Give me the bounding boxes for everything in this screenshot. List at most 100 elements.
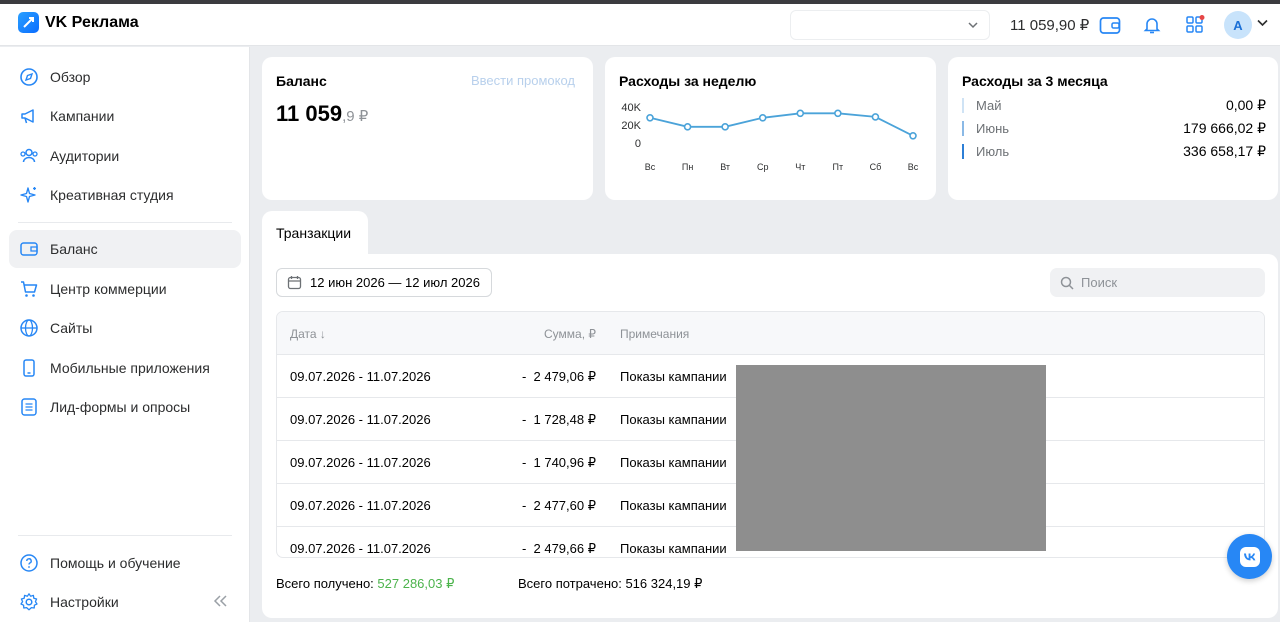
sidebar-item-label: Креативная студия: [50, 187, 174, 203]
date-range-picker[interactable]: 12 июн 2026 — 12 июл 2026: [276, 268, 492, 297]
row-date: 09.07.2026 - 11.07.2026: [290, 541, 431, 556]
x-tick-label: Сб: [870, 162, 882, 172]
sidebar-item-balance[interactable]: Баланс: [9, 230, 241, 268]
gear-icon: [18, 591, 40, 613]
account-select[interactable]: [790, 10, 990, 40]
data-point[interactable]: [721, 123, 729, 131]
chevron-down-icon: [968, 22, 978, 29]
data-point[interactable]: [646, 113, 654, 122]
wallet-icon[interactable]: [1099, 14, 1121, 36]
month-name: Июль: [976, 144, 1010, 159]
sidebar-item-lead-forms[interactable]: Лид-формы и опросы: [9, 388, 241, 426]
month-value: 179 666,02 ₽: [1183, 120, 1266, 136]
app-logo[interactable]: VK Реклама: [18, 12, 139, 33]
search-icon: [1060, 276, 1074, 290]
compass-icon: [18, 66, 40, 88]
sidebar-item-audiences[interactable]: Аудитории: [9, 137, 241, 175]
sidebar-item-sites[interactable]: Сайты: [9, 309, 241, 347]
sidebar-item-help[interactable]: Помощь и обучение: [9, 544, 241, 582]
row-amount: - 2 477,60 ₽: [521, 498, 596, 513]
bell-icon[interactable]: [1141, 14, 1163, 36]
help-icon: [18, 552, 40, 574]
table-header: Дата ↓ Сумма, ₽ Примечания: [277, 312, 1264, 355]
sidebar-divider: [18, 535, 232, 536]
top-header: VK Реклама 11 059,90 ₽ A: [0, 4, 1280, 46]
transactions-panel: 12 июн 2026 — 12 июл 2026 Дата ↓ Сумма, …: [262, 254, 1278, 618]
date-range-label: 12 июн 2026 — 12 июл 2026: [310, 275, 480, 290]
weekly-expenses-card: Расходы за неделю 40K 20K 0 Вс Пн Вт Ср Чт Пт Сб В…: [605, 57, 936, 200]
row-note: Показы кампании: [620, 455, 727, 470]
row-note: Показы кампании: [620, 369, 727, 384]
data-point[interactable]: [909, 132, 917, 140]
users-icon: [18, 145, 40, 167]
month-name: Июнь: [976, 121, 1010, 136]
balance-card-title: Баланс: [276, 73, 327, 89]
sidebar-item-label: Помощь и обучение: [50, 555, 181, 571]
sidebar-item-label: Мобильные приложения: [50, 360, 210, 376]
y-tick-label: 40K: [621, 102, 641, 114]
row-amount: - 1 728,48 ₽: [521, 412, 596, 427]
sidebar-item-label: Обзор: [50, 69, 91, 85]
column-header-date[interactable]: Дата ↓: [290, 327, 326, 341]
tab-transactions[interactable]: Транзакции: [262, 211, 368, 255]
row-amount: - 2 479,66 ₽: [521, 541, 596, 556]
data-point[interactable]: [871, 113, 880, 121]
search-box[interactable]: [1050, 268, 1265, 297]
x-tick-label: Вс: [645, 162, 656, 172]
sidebar-item-creative-studio[interactable]: Креативная студия: [9, 176, 241, 214]
search-input[interactable]: [1081, 275, 1251, 290]
sidebar-item-commerce-center[interactable]: Центр коммерции: [9, 270, 241, 308]
form-icon: [18, 396, 40, 418]
row-amount: - 2 479,06 ₽: [521, 369, 596, 384]
month-row: Июль 336 658,17 ₽: [962, 143, 1266, 161]
row-date: 09.07.2026 - 11.07.2026: [290, 412, 431, 427]
cart-icon: [18, 278, 40, 300]
apps-grid-icon[interactable]: [1184, 14, 1206, 36]
total-spent: Всего потрачено: 516 324,19 ₽: [518, 576, 703, 591]
total-received: Всего получено: 527 286,03 ₽: [276, 576, 455, 591]
balance-amount: 11 059,9 ₽: [276, 101, 369, 126]
month-row: Июнь 179 666,02 ₽: [962, 120, 1266, 138]
sidebar-item-mobile-apps[interactable]: Мобильные приложения: [9, 349, 241, 387]
chevron-down-icon[interactable]: [1257, 19, 1268, 27]
sidebar-item-campaigns[interactable]: Кампании: [9, 97, 241, 135]
sidebar-item-label: Баланс: [50, 241, 98, 257]
row-date: 09.07.2026 - 11.07.2026: [290, 498, 431, 513]
month-color-bar: [962, 98, 964, 113]
data-point[interactable]: [834, 109, 842, 118]
x-tick-label: Чт: [795, 162, 805, 172]
transactions-table: Дата ↓ Сумма, ₽ Примечания 09.07.2026 - …: [276, 311, 1265, 558]
sidebar-item-label: Сайты: [50, 320, 93, 336]
sidebar-item-label: Аудитории: [50, 148, 120, 164]
y-tick-label: 20K: [621, 120, 641, 132]
phone-icon: [18, 357, 40, 379]
wallet-icon: [18, 238, 40, 260]
month-row: Май 0,00 ₽: [962, 97, 1266, 115]
row-note: Показы кампании: [620, 541, 727, 556]
sidebar-item-overview[interactable]: Обзор: [9, 58, 241, 96]
avatar[interactable]: A: [1224, 11, 1252, 39]
weekly-expenses-chart: 40K 20K 0 Вс Пн Вт Ср Чт Пт Сб Вс: [621, 102, 918, 172]
column-header-note: Примечания: [620, 327, 690, 341]
data-point[interactable]: [796, 109, 805, 118]
month-name: Май: [976, 98, 1002, 113]
sparkle-icon: [18, 184, 40, 206]
x-tick-label: Пт: [833, 162, 844, 172]
sidebar: Обзор Кампании Аудитории Креативная студ…: [0, 47, 250, 622]
calendar-icon: [287, 276, 302, 290]
vk-chat-button[interactable]: [1227, 534, 1272, 579]
data-point[interactable]: [758, 113, 767, 122]
data-point[interactable]: [683, 123, 692, 131]
x-tick-label: Пн: [682, 162, 693, 172]
row-date: 09.07.2026 - 11.07.2026: [290, 369, 431, 384]
promo-code-link[interactable]: Ввести промокод: [471, 73, 575, 88]
sidebar-item-label: Лид-формы и опросы: [50, 399, 191, 415]
sidebar-item-settings[interactable]: Настройки: [9, 583, 209, 621]
header-balance[interactable]: 11 059,90 ₽: [1010, 16, 1089, 34]
three-month-expenses-card: Расходы за 3 месяца Май 0,00 ₽ Июнь 179 …: [948, 57, 1278, 200]
sidebar-divider: [18, 222, 232, 223]
collapse-sidebar-icon[interactable]: [212, 593, 230, 609]
month-value: 0,00 ₽: [1225, 97, 1266, 113]
sidebar-item-label: Настройки: [50, 594, 119, 610]
sidebar-item-label: Кампании: [50, 108, 115, 124]
